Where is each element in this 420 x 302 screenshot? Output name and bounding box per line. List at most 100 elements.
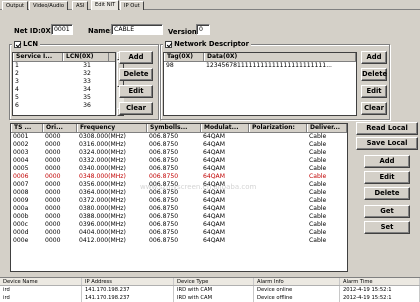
ts-row[interactable]: 000b 0000 0388.000(MHz) 006.8750 64QAM Cable <box>11 213 347 221</box>
set-button[interactable]: Set <box>364 221 410 234</box>
col-device-name[interactable]: Device Name <box>0 278 82 285</box>
ts-row[interactable]: 000a 0000 0380.000(MHz) 006.8750 64QAM Cable <box>11 205 347 213</box>
lcn-row[interactable]: 2 32 <box>13 70 115 78</box>
ts-row[interactable]: 0002 0000 0316.000(MHz) 006.8750 64QAM Cable <box>11 141 347 149</box>
checkmark-icon[interactable] <box>165 40 172 48</box>
ts-cell-symbol-rate: 006.8750 <box>149 237 179 244</box>
ts-row[interactable]: 000c 0000 0396.000(MHz) 006.8750 64QAM Cable <box>11 221 347 229</box>
col-ip-address[interactable]: IP Address <box>82 278 174 285</box>
lcn-value: 35 <box>83 94 91 101</box>
col-frequency[interactable]: Frequency <box>77 124 147 132</box>
lcn-row[interactable]: 4 34 <box>13 86 115 94</box>
ts-cell-frequency: 0380.000(MHz) <box>79 205 126 212</box>
device-log-header: Device Name IP Address Device Type Alarm… <box>0 278 420 286</box>
get-button[interactable]: Get <box>364 205 410 218</box>
ts-cell-original-network: 0000 <box>45 133 61 140</box>
descriptor-add-button[interactable]: Add <box>361 51 387 64</box>
ts-cell-frequency: 0316.000(MHz) <box>79 141 126 148</box>
lcn-row[interactable]: 3 33 <box>13 78 115 86</box>
col-polarization[interactable]: Polarization: <box>249 124 307 132</box>
lcn-row[interactable]: 1 31 <box>13 62 115 70</box>
ts-row[interactable]: 000e 0000 0412.000(MHz) 006.8750 64QAM Cable <box>11 237 347 245</box>
col-tag[interactable]: Tag(0X) <box>164 53 204 61</box>
ts-cell-delivery: Cable <box>309 133 327 140</box>
device-log[interactable]: Device Name IP Address Device Type Alarm… <box>0 277 420 302</box>
lcn-row[interactable]: 6 36 <box>13 102 115 110</box>
lcn-value: 33 <box>83 78 91 85</box>
lcn-toggle[interactable]: LCN <box>12 40 41 48</box>
ts-cell-original-network: 0000 <box>45 205 61 212</box>
ts-cell-symbol-rate: 006.8750 <box>149 141 179 148</box>
ts-row[interactable]: 0009 0000 0372.000(MHz) 006.8750 64QAM Cable <box>11 197 347 205</box>
descriptor-row[interactable]: 98 1234567811111111111111111111111... <box>164 62 356 70</box>
ts-cell-frequency: 0364.000(MHz) <box>79 189 126 196</box>
ts-cell-ts-id: 000d <box>13 229 29 236</box>
ts-cell-polarization <box>249 181 307 189</box>
ts-cell-symbol-rate: 006.8750 <box>149 213 179 220</box>
ts-cell-delivery: Cable <box>309 165 327 172</box>
name-field[interactable]: CABLE <box>111 24 163 35</box>
checkmark-icon[interactable] <box>14 40 21 48</box>
network-descriptor-toggle[interactable]: Network Descriptor <box>163 40 251 48</box>
ts-row[interactable]: 000d 0000 0404.000(MHz) 006.8750 64QAM Cable <box>11 229 347 237</box>
lcn-title: LCN <box>23 40 39 48</box>
col-alarm-time[interactable]: Alarm Time <box>340 278 420 285</box>
lcn-service-id: 6 <box>15 102 19 109</box>
ts-cell-modulation: 64QAM <box>203 157 225 164</box>
lcn-row[interactable]: 5 35 <box>13 94 115 102</box>
log-cell-alarm: Device online <box>254 286 340 294</box>
lcn-add-button[interactable]: Add <box>119 51 153 64</box>
col-modulation[interactable]: Modulat... <box>201 124 249 132</box>
log-cell-alarm: Device offline <box>254 294 340 302</box>
col-device-type[interactable]: Device Type <box>174 278 254 285</box>
ts-row[interactable]: 0004 0000 0332.000(MHz) 006.8750 64QAM Cable <box>11 157 347 165</box>
descriptor-delete-button[interactable]: Delete <box>361 68 387 81</box>
ts-cell-delivery: Cable <box>309 213 327 220</box>
ts-cell-original-network: 0000 <box>45 181 61 188</box>
col-original-network[interactable]: Ori... <box>43 124 77 132</box>
lcn-delete-button[interactable]: Delete <box>119 68 153 81</box>
descriptor-edit-button[interactable]: Edit <box>361 85 387 98</box>
ts-row[interactable]: 0001 0000 0308.000(MHz) 006.8750 64QAM Cable <box>11 133 347 141</box>
ts-row[interactable]: 0003 0000 0324.000(MHz) 006.8750 64QAM Cable <box>11 149 347 157</box>
ts-row[interactable]: 0005 0000 0340.000(MHz) 006.8750 64QAM Cable <box>11 165 347 173</box>
lcn-edit-button[interactable]: Edit <box>119 85 153 98</box>
net-id-field[interactable]: 0001 <box>51 24 73 35</box>
log-cell-name: ird <box>0 294 82 302</box>
tab-asi[interactable]: ASI <box>72 1 89 10</box>
descriptor-clear-button[interactable]: Clear <box>361 102 387 115</box>
lcn-list[interactable]: Service I... LCN(0X) 1 31 2 32 3 33 4 34 5 35 6 36 <box>12 52 116 116</box>
delete-button[interactable]: Delete <box>364 187 410 200</box>
ts-cell-ts-id: 0004 <box>13 157 29 164</box>
descriptor-list[interactable]: Tag(0X) Data(0X) 98 123456781111111111111… <box>163 52 357 116</box>
col-alarm-info[interactable]: Alarm Info <box>254 278 340 285</box>
ts-cell-modulation: 64QAM <box>203 133 225 140</box>
save-local-button[interactable]: Save Local <box>356 137 418 150</box>
log-row[interactable]: ird 141.170.198.237 IRD with CAM Device off… <box>0 294 420 302</box>
ts-cell-polarization <box>249 205 307 213</box>
log-row[interactable]: ird 141.170.198.237 IRD with CAM Device onl… <box>0 286 420 294</box>
ts-cell-delivery: Cable <box>309 237 327 244</box>
add-button[interactable]: Add <box>364 155 410 168</box>
col-ts-id[interactable]: TS ... <box>11 124 43 132</box>
ts-cell-modulation: 64QAM <box>203 173 225 180</box>
ts-table[interactable]: TS ... Ori... Frequency Symbolls... Modu… <box>10 123 348 272</box>
edit-button[interactable]: Edit <box>364 171 410 184</box>
col-lcn[interactable]: LCN(0X) <box>63 53 109 61</box>
lcn-clear-button[interactable]: Clear <box>119 102 153 115</box>
tab-output[interactable]: Output <box>2 1 29 10</box>
ts-cell-delivery: Cable <box>309 229 327 236</box>
ts-cell-modulation: 64QAM <box>203 213 225 220</box>
ts-row[interactable]: 0006 0000 0348.000(MHz) 006.8750 64QAM Cable <box>11 173 347 181</box>
col-service-id[interactable]: Service I... <box>13 53 63 61</box>
version-field[interactable]: 0 <box>196 24 210 35</box>
tab-edit-nit[interactable]: Edit NIT <box>91 0 120 10</box>
col-delivery[interactable]: Deliver... <box>307 124 347 132</box>
col-data[interactable]: Data(0X) <box>204 53 356 61</box>
col-symbol-rate[interactable]: Symbolls... <box>147 124 201 132</box>
tab-ip-out[interactable]: IP Out <box>120 1 144 10</box>
ts-cell-ts-id: 0009 <box>13 197 29 204</box>
read-local-button[interactable]: Read Local <box>356 122 418 135</box>
tab-video-audio[interactable]: Video/Audio <box>29 1 69 10</box>
log-cell-name: ird <box>0 286 82 294</box>
